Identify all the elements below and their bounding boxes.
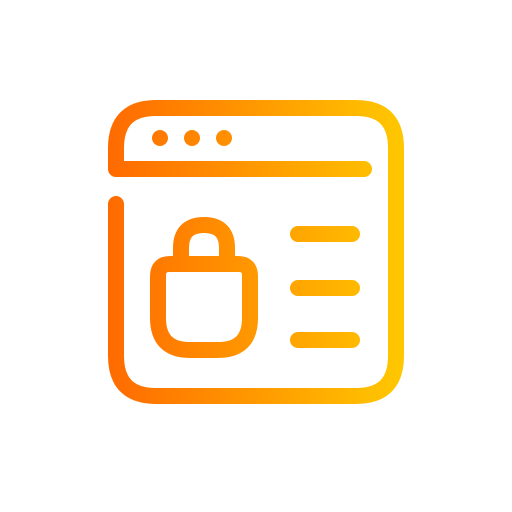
window-dot-2 — [184, 130, 200, 146]
window-dot-1 — [152, 130, 168, 146]
browser-window-icon — [108, 100, 404, 404]
online-shop-browser-icon — [108, 100, 404, 404]
window-dots-icon — [152, 130, 232, 146]
window-dot-3 — [216, 130, 232, 146]
shopping-bag-icon — [150, 256, 258, 358]
icon-canvas — [0, 0, 512, 512]
